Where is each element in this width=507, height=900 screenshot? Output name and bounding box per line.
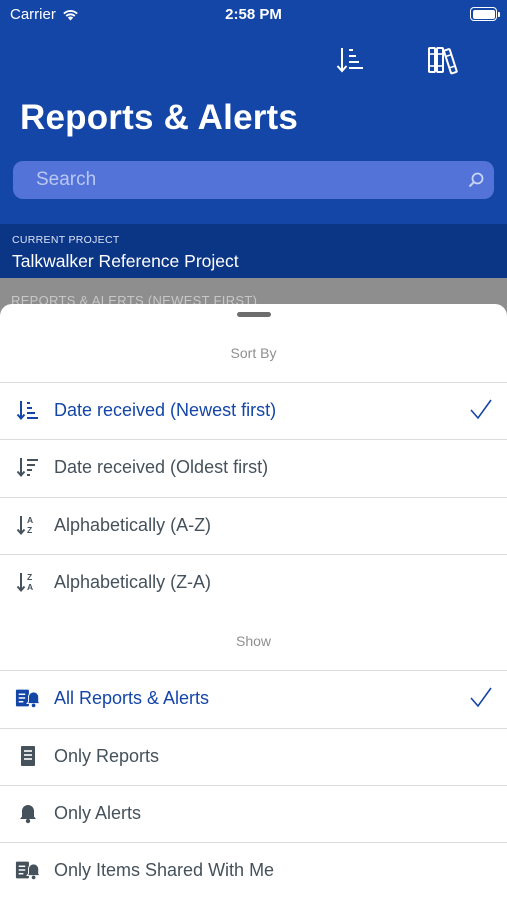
bell-icon — [15, 801, 41, 825]
show-option-shared[interactable]: Only Items Shared With Me — [0, 842, 507, 899]
sort-oldest-icon — [15, 455, 41, 479]
divider — [0, 728, 507, 729]
show-option-all[interactable]: All Reports & Alerts — [0, 670, 507, 727]
sort-option-label: Alphabetically (A-Z) — [54, 515, 212, 535]
page-title: Reports & Alerts — [20, 98, 299, 137]
sort-option-oldest[interactable]: Date received (Oldest first) — [0, 439, 507, 496]
sort-option-label: Date received (Newest first) — [54, 400, 277, 420]
current-project-label: CURRENT PROJECT — [12, 234, 120, 246]
status-bar: Carrier 2:58 PM — [0, 0, 507, 30]
divider — [0, 670, 507, 671]
app-header: Carrier 2:58 PM Reports & Alerts Search — [0, 0, 507, 224]
show-option-reports[interactable]: Only Reports — [0, 728, 507, 785]
divider — [0, 785, 507, 786]
search-icon — [468, 172, 484, 188]
svg-text:Z: Z — [27, 525, 32, 535]
svg-text:A: A — [27, 515, 33, 525]
search-bar[interactable] — [13, 161, 494, 199]
sort-az-icon: A Z — [15, 513, 41, 537]
show-option-label: Only Reports — [54, 746, 160, 766]
report-document-icon — [15, 744, 41, 768]
clock: 2:58 PM — [225, 6, 282, 23]
sort-option-newest[interactable]: Date received (Newest first) — [0, 382, 507, 439]
sort-by-title: Sort By — [230, 345, 277, 361]
divider — [0, 382, 507, 383]
sort-option-z-a[interactable]: Z A Alphabetically (Z-A) — [0, 554, 507, 611]
library-icon — [428, 47, 458, 75]
divider — [0, 439, 507, 440]
svg-text:A: A — [27, 582, 33, 592]
sort-filter-sheet: Sort By Date received (Newest first) Dat… — [0, 304, 507, 900]
sort-za-icon: Z A — [15, 570, 41, 594]
reports-alerts-icon — [15, 686, 41, 710]
sort-option-label: Date received (Oldest first) — [54, 457, 269, 477]
sort-newest-icon — [15, 398, 41, 422]
divider — [0, 554, 507, 555]
show-option-label: Only Alerts — [54, 803, 142, 823]
sort-button[interactable] — [330, 40, 370, 80]
sort-option-a-z[interactable]: A Z Alphabetically (A-Z) — [0, 497, 507, 554]
svg-text:Z: Z — [27, 572, 32, 582]
show-option-label: All Reports & Alerts — [54, 688, 210, 708]
divider — [0, 842, 507, 843]
library-button[interactable] — [424, 40, 464, 80]
current-project-name: Talkwalker Reference Project — [12, 251, 239, 271]
sheet-grabber[interactable] — [237, 312, 271, 317]
show-option-alerts[interactable]: Only Alerts — [0, 785, 507, 842]
battery-icon — [470, 7, 500, 21]
checkmark-icon — [470, 687, 492, 708]
sort-option-label: Alphabetically (Z-A) — [54, 572, 212, 592]
show-option-label: Only Items Shared With Me — [54, 860, 275, 880]
sort-descending-icon — [336, 48, 363, 73]
divider — [0, 497, 507, 498]
checkmark-icon — [470, 399, 492, 420]
shared-reports-alerts-icon — [15, 858, 41, 882]
search-input[interactable] — [13, 161, 453, 199]
show-title: Show — [235, 633, 272, 649]
